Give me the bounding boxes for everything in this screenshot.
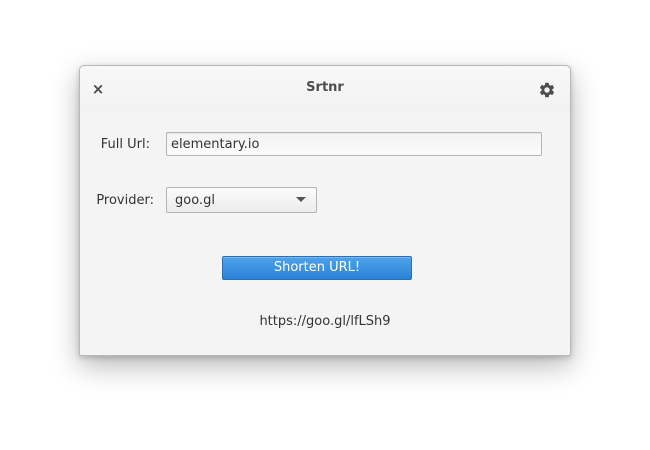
provider-selected-value: goo.gl <box>175 193 215 208</box>
gear-icon <box>539 82 555 98</box>
headerbar: × Srtnr <box>80 66 570 112</box>
chevron-down-icon <box>296 197 306 202</box>
shorten-url-button[interactable]: Shorten URL! <box>222 256 412 280</box>
full-url-input[interactable] <box>166 132 542 156</box>
window-title: Srtnr <box>306 80 344 95</box>
provider-label: Provider: <box>96 193 154 208</box>
app-window: × Srtnr Full Url: Provider: goo.gl Short… <box>79 65 571 356</box>
settings-button[interactable] <box>538 81 556 99</box>
short-url-result[interactable]: https://goo.gl/lfLSh9 <box>80 314 570 329</box>
provider-dropdown[interactable]: goo.gl <box>166 187 317 213</box>
full-url-label: Full Url: <box>100 137 150 152</box>
